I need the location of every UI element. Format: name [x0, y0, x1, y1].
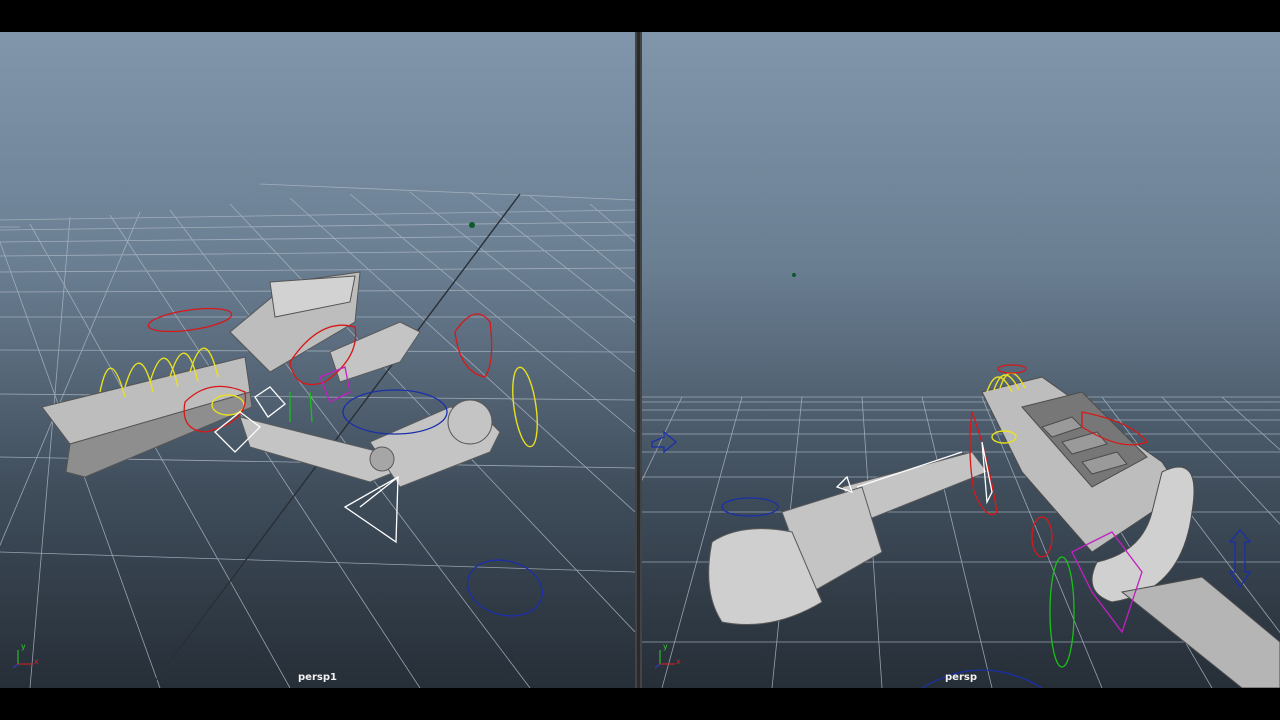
viewport-divider[interactable]: [635, 32, 642, 688]
axis-gizmo: y x: [8, 642, 42, 670]
camera-label-persp1: persp1: [298, 672, 337, 683]
scene-persp: [642, 273, 1280, 688]
axis-y-label: y: [21, 642, 26, 651]
viewport-persp[interactable]: y x persp: [642, 32, 1280, 688]
axis-y-label: y: [663, 642, 668, 651]
letterbox-bottom: [0, 688, 1280, 720]
axis-x-label: x: [34, 657, 39, 666]
locator-dot: [792, 273, 796, 277]
scene-persp1: [0, 183, 635, 688]
viewport-persp1[interactable]: y x persp1: [0, 32, 635, 688]
axis-gizmo: y x: [650, 642, 684, 670]
axis-x-label: x: [676, 657, 681, 666]
letterbox-top: [0, 0, 1280, 32]
locator-dot: [469, 222, 475, 228]
camera-label-persp: persp: [945, 672, 977, 683]
gun-mesh: [981, 376, 1280, 688]
